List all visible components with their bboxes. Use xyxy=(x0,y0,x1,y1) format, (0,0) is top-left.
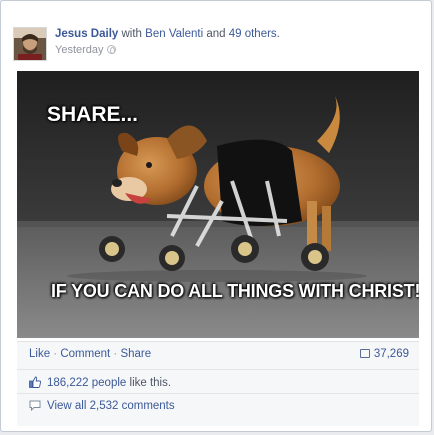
photo-caption-bottom: IF YOU CAN DO ALL THINGS WITH CHRIST! xyxy=(51,281,419,301)
title-period: . xyxy=(276,28,280,40)
story-header: Jesus Daily with Ben Valenti and 49 othe… xyxy=(13,27,413,63)
likes-row: 186,222 people like this. xyxy=(29,376,419,389)
others-link[interactable]: 49 others xyxy=(229,28,277,40)
divider xyxy=(17,393,419,394)
with-text: with xyxy=(121,28,142,40)
likes-suffix: like this. xyxy=(126,377,172,389)
comment-link[interactable]: Comment xyxy=(60,348,110,360)
share-count-link[interactable]: 37,269 xyxy=(359,348,409,360)
story-meta: Yesterday xyxy=(55,44,116,56)
like-link[interactable]: Like xyxy=(29,348,50,360)
photo-caption-top: SHARE... xyxy=(47,103,139,126)
share-count-value: 37,269 xyxy=(373,348,409,360)
comment-bubble-icon xyxy=(29,400,41,411)
timestamp-link[interactable]: Yesterday xyxy=(55,44,104,56)
and-text: and xyxy=(206,28,226,40)
share-link[interactable]: Share xyxy=(120,348,151,360)
author-name-link[interactable]: Jesus Daily xyxy=(55,28,118,40)
story-title: Jesus Daily with Ben Valenti and 49 othe… xyxy=(55,28,280,40)
tagged-person-link[interactable]: Ben Valenti xyxy=(145,28,203,40)
thumbs-up-icon xyxy=(29,376,41,388)
divider xyxy=(17,369,419,370)
news-feed-story: Jesus Daily with Ben Valenti and 49 othe… xyxy=(0,0,432,432)
separator-dot: · xyxy=(110,348,121,360)
post-photo[interactable]: SHARE... IF YOU CAN DO ALL THINGS WITH C… xyxy=(17,71,419,338)
story-actions: Like · Comment · Share xyxy=(29,348,151,360)
share-count-icon xyxy=(359,349,370,358)
view-all-comments-link[interactable]: View all 2,532 comments xyxy=(47,400,175,412)
comments-row: View all 2,532 comments xyxy=(29,400,419,412)
separator-dot: · xyxy=(50,348,61,360)
author-avatar[interactable] xyxy=(13,27,47,61)
globe-icon[interactable] xyxy=(106,45,116,54)
likes-count-link[interactable]: 186,222 people xyxy=(47,377,126,389)
story-footer: Like · Comment · Share 37,269 186,222 pe… xyxy=(17,341,419,426)
